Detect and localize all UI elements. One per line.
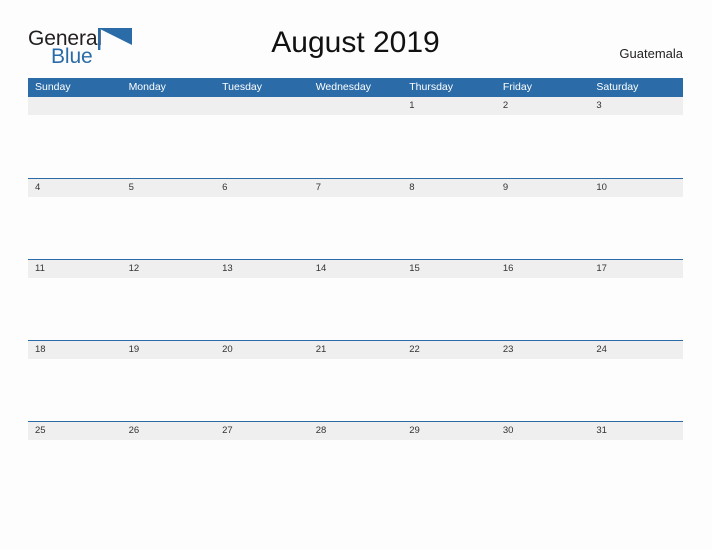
week-note-band bbox=[28, 440, 683, 501]
day-cell-number[interactable] bbox=[122, 97, 216, 115]
weekday-header-tuesday: Tuesday bbox=[222, 81, 263, 93]
day-cell-number[interactable]: 20 bbox=[215, 341, 309, 359]
calendar-week-row: 1 2 3 bbox=[28, 97, 683, 178]
day-cell-number[interactable]: 12 bbox=[122, 260, 216, 278]
locale-label: Guatemala bbox=[619, 46, 683, 61]
day-cell-number[interactable]: 1 bbox=[402, 97, 496, 115]
week-date-band: 4 5 6 7 8 9 10 bbox=[28, 179, 683, 197]
day-cell-notes[interactable] bbox=[28, 115, 122, 176]
weekday-header-monday: Monday bbox=[128, 81, 166, 93]
day-cell-notes[interactable] bbox=[402, 278, 496, 339]
day-cell-number[interactable]: 8 bbox=[402, 179, 496, 197]
day-cell-notes[interactable] bbox=[589, 278, 683, 339]
day-cell-number[interactable]: 3 bbox=[589, 97, 683, 115]
page-header: General Blue August 2019 Guatemala bbox=[28, 26, 683, 70]
weekday-header-friday: Friday bbox=[502, 81, 532, 93]
day-cell-number[interactable]: 11 bbox=[28, 260, 122, 278]
day-cell-notes[interactable] bbox=[309, 197, 403, 258]
day-cell-number[interactable]: 22 bbox=[402, 341, 496, 359]
calendar-week-row: 25 26 27 28 29 30 31 bbox=[28, 421, 683, 502]
weekday-header-thursday: Thursday bbox=[409, 81, 454, 93]
day-cell-notes[interactable] bbox=[122, 115, 216, 176]
day-cell-notes[interactable] bbox=[215, 278, 309, 339]
day-cell-notes[interactable] bbox=[122, 278, 216, 339]
day-cell-number[interactable]: 4 bbox=[28, 179, 122, 197]
weekday-header-sunday: Sunday bbox=[35, 81, 71, 93]
week-date-band: 18 19 20 21 22 23 24 bbox=[28, 341, 683, 359]
day-cell-notes[interactable] bbox=[402, 115, 496, 176]
day-cell-number[interactable]: 31 bbox=[589, 422, 683, 440]
day-cell-notes[interactable] bbox=[28, 278, 122, 339]
day-cell-notes[interactable] bbox=[589, 197, 683, 258]
day-cell-notes[interactable] bbox=[215, 440, 309, 501]
calendar-week-row: 11 12 13 14 15 16 17 bbox=[28, 259, 683, 340]
day-cell-number[interactable]: 21 bbox=[309, 341, 403, 359]
day-cell-number[interactable]: 25 bbox=[28, 422, 122, 440]
day-cell-notes[interactable] bbox=[28, 359, 122, 420]
calendar-grid: Sunday Monday Tuesday Wednesday Thursday… bbox=[28, 78, 683, 502]
day-cell-number[interactable]: 16 bbox=[496, 260, 590, 278]
day-cell-number[interactable]: 13 bbox=[215, 260, 309, 278]
day-cell-notes[interactable] bbox=[309, 278, 403, 339]
day-cell-number[interactable] bbox=[215, 97, 309, 115]
day-cell-number[interactable]: 14 bbox=[309, 260, 403, 278]
week-date-band: 1 2 3 bbox=[28, 97, 683, 115]
calendar-page: General Blue August 2019 Guatemala Sunda… bbox=[0, 0, 712, 550]
day-cell-number[interactable]: 19 bbox=[122, 341, 216, 359]
day-cell-number[interactable]: 15 bbox=[402, 260, 496, 278]
day-cell-notes[interactable] bbox=[402, 359, 496, 420]
day-cell-notes[interactable] bbox=[28, 197, 122, 258]
day-cell-number[interactable]: 18 bbox=[28, 341, 122, 359]
day-cell-notes[interactable] bbox=[309, 115, 403, 176]
day-cell-notes[interactable] bbox=[496, 197, 590, 258]
day-cell-number[interactable]: 5 bbox=[122, 179, 216, 197]
calendar-week-row: 4 5 6 7 8 9 10 bbox=[28, 178, 683, 259]
week-date-band: 11 12 13 14 15 16 17 bbox=[28, 260, 683, 278]
week-note-band bbox=[28, 115, 683, 176]
day-cell-notes[interactable] bbox=[402, 197, 496, 258]
day-cell-notes[interactable] bbox=[496, 278, 590, 339]
week-date-band: 25 26 27 28 29 30 31 bbox=[28, 422, 683, 440]
week-note-band bbox=[28, 197, 683, 258]
day-cell-notes[interactable] bbox=[28, 440, 122, 501]
week-note-band bbox=[28, 278, 683, 339]
day-cell-number[interactable]: 2 bbox=[496, 97, 590, 115]
day-cell-notes[interactable] bbox=[402, 440, 496, 501]
day-cell-notes[interactable] bbox=[309, 359, 403, 420]
day-cell-number[interactable]: 28 bbox=[309, 422, 403, 440]
page-title: August 2019 bbox=[271, 26, 440, 59]
day-cell-number[interactable]: 24 bbox=[589, 341, 683, 359]
day-cell-number[interactable]: 7 bbox=[309, 179, 403, 197]
day-cell-number[interactable] bbox=[28, 97, 122, 115]
calendar-week-row: 18 19 20 21 22 23 24 bbox=[28, 340, 683, 421]
day-cell-number[interactable]: 26 bbox=[122, 422, 216, 440]
day-cell-notes[interactable] bbox=[589, 440, 683, 501]
week-note-band bbox=[28, 359, 683, 420]
weekday-header-saturday: Saturday bbox=[596, 81, 639, 93]
day-cell-number[interactable]: 17 bbox=[589, 260, 683, 278]
day-cell-number[interactable]: 10 bbox=[589, 179, 683, 197]
weekday-header-row: Sunday Monday Tuesday Wednesday Thursday… bbox=[28, 78, 683, 97]
day-cell-number[interactable]: 29 bbox=[402, 422, 496, 440]
weekday-header-wednesday: Wednesday bbox=[315, 81, 371, 93]
day-cell-notes[interactable] bbox=[589, 359, 683, 420]
day-cell-number[interactable]: 30 bbox=[496, 422, 590, 440]
day-cell-notes[interactable] bbox=[122, 197, 216, 258]
day-cell-notes[interactable] bbox=[215, 197, 309, 258]
day-cell-number[interactable]: 23 bbox=[496, 341, 590, 359]
day-cell-notes[interactable] bbox=[215, 359, 309, 420]
day-cell-notes[interactable] bbox=[122, 359, 216, 420]
day-cell-notes[interactable] bbox=[215, 115, 309, 176]
day-cell-notes[interactable] bbox=[122, 440, 216, 501]
day-cell-notes[interactable] bbox=[496, 359, 590, 420]
day-cell-number[interactable] bbox=[309, 97, 403, 115]
day-cell-number[interactable]: 9 bbox=[496, 179, 590, 197]
day-cell-notes[interactable] bbox=[496, 440, 590, 501]
day-cell-number[interactable]: 27 bbox=[215, 422, 309, 440]
day-cell-notes[interactable] bbox=[496, 115, 590, 176]
day-cell-notes[interactable] bbox=[309, 440, 403, 501]
day-cell-number[interactable]: 6 bbox=[215, 179, 309, 197]
day-cell-notes[interactable] bbox=[589, 115, 683, 176]
